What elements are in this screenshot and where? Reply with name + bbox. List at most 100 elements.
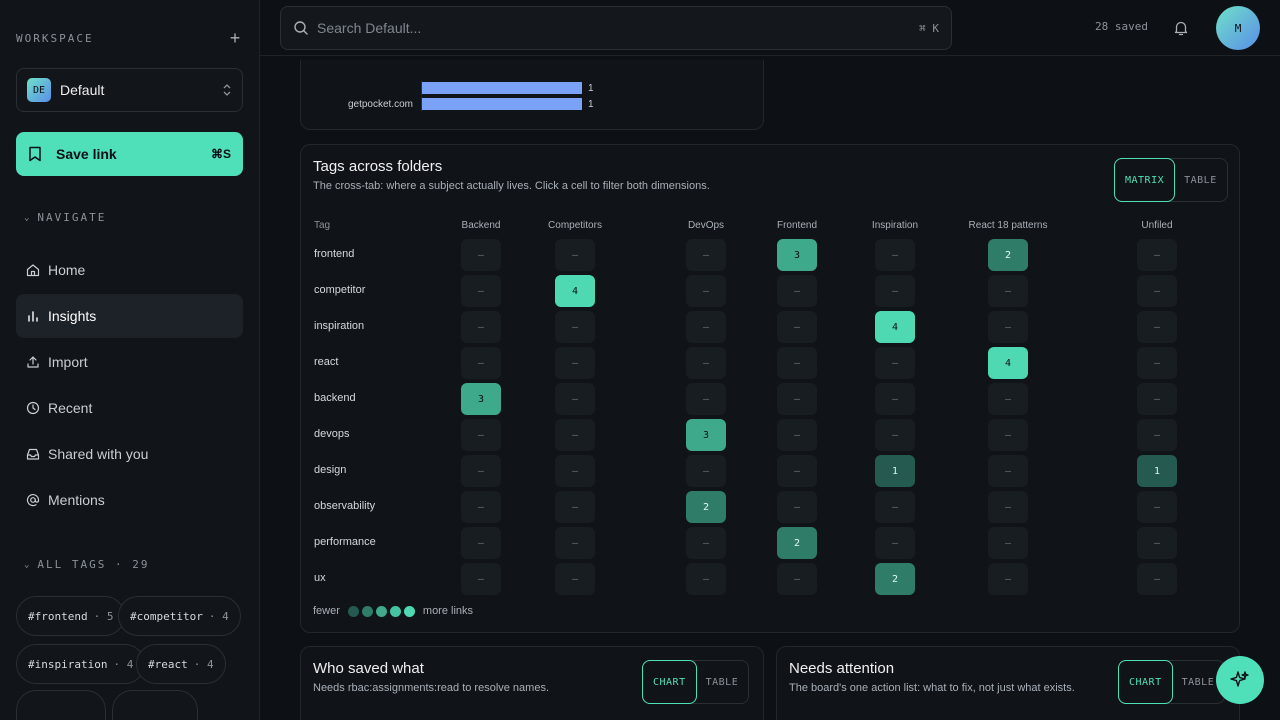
matrix-cell[interactable]: – <box>1137 275 1177 307</box>
matrix-cell[interactable]: – <box>988 275 1028 307</box>
matrix-cell[interactable]: – <box>555 311 595 343</box>
matrix-cell[interactable]: 1 <box>875 455 915 487</box>
nav-item-home[interactable]: Home <box>16 248 243 292</box>
matrix-cell[interactable]: – <box>686 347 726 379</box>
matrix-cell[interactable]: – <box>555 347 595 379</box>
matrix-cell[interactable]: 2 <box>988 239 1028 271</box>
table-toggle[interactable]: TABLE <box>1174 159 1227 201</box>
matrix-cell[interactable]: – <box>461 563 501 595</box>
matrix-cell[interactable]: – <box>686 563 726 595</box>
matrix-cell[interactable]: 4 <box>555 275 595 307</box>
matrix-cell[interactable]: – <box>777 455 817 487</box>
nav-item-insights[interactable]: Insights <box>16 294 243 338</box>
matrix-cell[interactable]: – <box>461 419 501 451</box>
nav-item-shared[interactable]: Shared with you <box>16 432 243 476</box>
matrix-cell[interactable]: – <box>461 491 501 523</box>
matrix-cell[interactable]: – <box>875 275 915 307</box>
avatar[interactable]: M <box>1216 6 1260 50</box>
matrix-cell[interactable]: 2 <box>777 527 817 559</box>
tags-section-toggle[interactable]: ⌄ ALL TAGS · 29 <box>24 558 150 571</box>
matrix-cell[interactable]: – <box>875 419 915 451</box>
matrix-cell[interactable]: – <box>875 383 915 415</box>
matrix-cell[interactable]: – <box>461 527 501 559</box>
matrix-cell[interactable]: – <box>686 239 726 271</box>
matrix-cell[interactable]: – <box>777 311 817 343</box>
bar-row[interactable]: 1 <box>301 81 594 95</box>
tag-pill-frontend[interactable]: #frontend · 5 <box>16 596 126 636</box>
matrix-cell[interactable]: 4 <box>988 347 1028 379</box>
matrix-cell[interactable]: – <box>1137 491 1177 523</box>
ai-assistant-button[interactable] <box>1216 656 1264 704</box>
matrix-cell[interactable]: – <box>1137 419 1177 451</box>
top-bar: ⌘ K 28 saved M <box>260 0 1280 56</box>
matrix-cell[interactable]: – <box>555 239 595 271</box>
matrix-cell[interactable]: 3 <box>777 239 817 271</box>
table-toggle[interactable]: TABLE <box>696 661 749 703</box>
matrix-cell[interactable]: – <box>777 563 817 595</box>
search-box[interactable]: ⌘ K <box>280 6 952 50</box>
matrix-cell[interactable]: – <box>875 527 915 559</box>
matrix-cell[interactable]: – <box>777 491 817 523</box>
matrix-cell[interactable]: – <box>875 491 915 523</box>
tag-pill-competitor[interactable]: #competitor · 4 <box>118 596 241 636</box>
matrix-cell[interactable]: 1 <box>1137 455 1177 487</box>
bar-row[interactable]: getpocket.com 1 <box>301 97 594 111</box>
matrix-cell[interactable]: – <box>1137 563 1177 595</box>
matrix-cell[interactable]: – <box>555 383 595 415</box>
matrix-cell[interactable]: – <box>988 491 1028 523</box>
matrix-cell[interactable]: – <box>686 311 726 343</box>
matrix-cell[interactable]: – <box>555 419 595 451</box>
matrix-cell[interactable]: – <box>777 275 817 307</box>
workspace-select[interactable]: DE Default <box>16 68 243 112</box>
matrix-cell[interactable]: – <box>988 419 1028 451</box>
matrix-cell[interactable]: – <box>1137 347 1177 379</box>
matrix-cell[interactable]: – <box>461 347 501 379</box>
search-input[interactable] <box>317 20 920 36</box>
matrix-cell[interactable]: – <box>988 527 1028 559</box>
matrix-cell[interactable]: – <box>988 563 1028 595</box>
matrix-cell[interactable]: – <box>686 527 726 559</box>
matrix-cell[interactable]: 4 <box>875 311 915 343</box>
nav-item-mentions[interactable]: Mentions <box>16 478 243 522</box>
tag-pill-react[interactable]: #react · 4 <box>136 644 226 684</box>
navigate-section-toggle[interactable]: ⌄ NAVIGATE <box>24 211 106 224</box>
matrix-cell[interactable]: – <box>1137 239 1177 271</box>
chart-toggle[interactable]: CHART <box>642 660 697 704</box>
matrix-cell[interactable]: – <box>777 419 817 451</box>
matrix-cell[interactable]: – <box>988 455 1028 487</box>
matrix-cell[interactable]: – <box>555 563 595 595</box>
tag-pill-inspiration[interactable]: #inspiration · 4 <box>16 644 146 684</box>
matrix-cell[interactable]: – <box>461 311 501 343</box>
nav-item-recent[interactable]: Recent <box>16 386 243 430</box>
matrix-cell[interactable]: – <box>777 383 817 415</box>
matrix-cell[interactable]: 3 <box>461 383 501 415</box>
tag-pill-partial[interactable] <box>16 690 106 720</box>
matrix-cell[interactable]: – <box>875 347 915 379</box>
matrix-cell[interactable]: – <box>461 275 501 307</box>
matrix-cell[interactable]: – <box>1137 383 1177 415</box>
add-workspace-icon[interactable]: + <box>226 29 244 47</box>
bell-icon[interactable] <box>1172 19 1190 37</box>
nav-item-import[interactable]: Import <box>16 340 243 384</box>
save-link-button[interactable]: Save link ⌘S <box>16 132 243 176</box>
matrix-cell[interactable]: – <box>988 383 1028 415</box>
matrix-cell[interactable]: – <box>988 311 1028 343</box>
matrix-cell[interactable]: – <box>777 347 817 379</box>
matrix-cell[interactable]: – <box>555 527 595 559</box>
matrix-cell[interactable]: – <box>686 455 726 487</box>
matrix-cell[interactable]: – <box>686 383 726 415</box>
matrix-cell[interactable]: – <box>1137 527 1177 559</box>
matrix-cell[interactable]: – <box>686 275 726 307</box>
matrix-cell[interactable]: – <box>555 491 595 523</box>
chart-toggle[interactable]: CHART <box>1118 660 1173 704</box>
matrix-cell[interactable]: 2 <box>686 491 726 523</box>
matrix-cell[interactable]: – <box>555 455 595 487</box>
matrix-cell[interactable]: – <box>875 239 915 271</box>
matrix-cell[interactable]: – <box>461 455 501 487</box>
matrix-cell[interactable]: 3 <box>686 419 726 451</box>
matrix-cell[interactable]: – <box>461 239 501 271</box>
matrix-cell[interactable]: – <box>1137 311 1177 343</box>
matrix-cell[interactable]: 2 <box>875 563 915 595</box>
matrix-toggle[interactable]: MATRIX <box>1114 158 1176 202</box>
tag-pill-partial[interactable] <box>112 690 198 720</box>
